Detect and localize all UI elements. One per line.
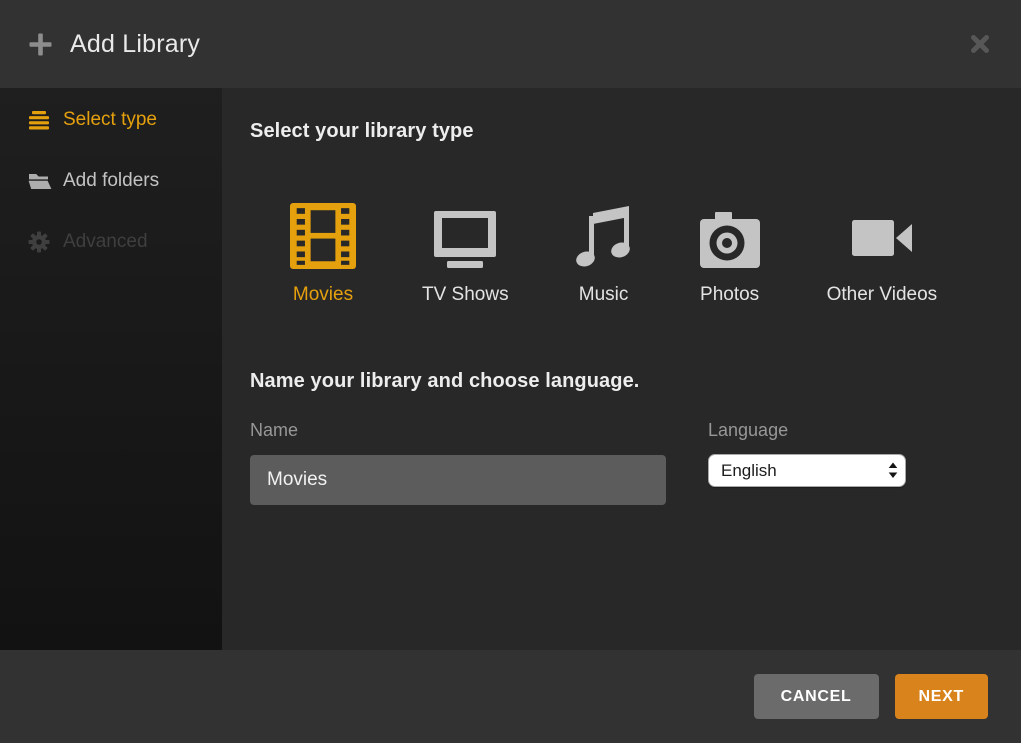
name-field-label: Name	[250, 420, 666, 441]
library-type-tv-shows[interactable]: TV Shows	[422, 203, 509, 306]
library-type-music[interactable]: Music	[575, 203, 633, 306]
wizard-steps-sidebar: Select type Add folders	[0, 88, 222, 650]
sidebar-item-add-folders[interactable]: Add folders	[0, 161, 222, 201]
library-type-photos[interactable]: Photos	[699, 203, 761, 306]
tv-icon	[431, 203, 499, 269]
language-field-label: Language	[708, 420, 906, 441]
dialog-title: Add Library	[70, 30, 200, 59]
up-down-arrows-icon	[888, 462, 898, 479]
list-lines-icon	[28, 109, 52, 131]
add-library-dialog: Add Library Select type	[0, 0, 1021, 743]
library-type-label: TV Shows	[422, 284, 509, 306]
cancel-button[interactable]: CANCEL	[754, 674, 879, 719]
type-section-heading: Select your library type	[250, 120, 993, 143]
library-type-label: Photos	[700, 284, 759, 306]
close-icon[interactable]	[969, 33, 991, 55]
gear-icon	[28, 231, 52, 253]
language-field-group: Language English	[708, 420, 906, 505]
sidebar-item-label: Add folders	[63, 170, 159, 192]
library-type-label: Movies	[293, 284, 353, 306]
next-button[interactable]: NEXT	[895, 674, 988, 719]
plus-icon	[28, 32, 53, 57]
dialog-body: Select type Add folders	[0, 88, 1021, 650]
sidebar-item-advanced: Advanced	[0, 222, 222, 262]
language-select-value: English	[721, 461, 777, 481]
dialog-footer: CANCEL NEXT	[0, 650, 1021, 743]
main-panel: Select your library type	[222, 88, 1021, 650]
library-type-other-videos[interactable]: Other Videos	[827, 203, 938, 306]
camera-icon	[699, 203, 761, 269]
library-type-label: Music	[579, 284, 629, 306]
library-name-input[interactable]	[250, 455, 666, 505]
language-select[interactable]: English	[708, 454, 906, 487]
dialog-header: Add Library	[0, 0, 1021, 88]
sidebar-item-label: Select type	[63, 109, 157, 131]
sidebar-item-select-type[interactable]: Select type	[0, 100, 222, 140]
library-type-label: Other Videos	[827, 284, 938, 306]
video-camera-icon	[850, 203, 914, 269]
name-field-group: Name	[250, 420, 666, 505]
name-section-heading: Name your library and choose language.	[250, 370, 993, 393]
library-type-movies[interactable]: Movies	[290, 203, 356, 306]
library-type-row: Movies TV Shows	[290, 203, 993, 306]
sidebar-item-label: Advanced	[63, 231, 148, 253]
name-language-form: Name Language English	[250, 420, 993, 505]
music-note-icon	[575, 203, 633, 269]
folder-open-icon	[28, 172, 52, 191]
film-strip-icon	[290, 203, 356, 269]
